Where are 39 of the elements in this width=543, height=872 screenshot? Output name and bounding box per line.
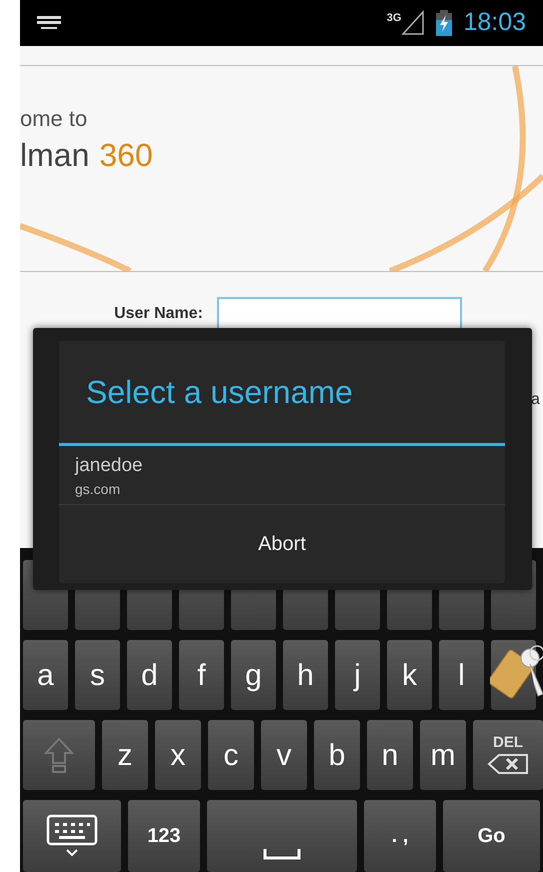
key[interactable]: . , [364, 800, 436, 872]
shift-key[interactable] [23, 720, 95, 790]
key[interactable]: g [231, 640, 276, 710]
key[interactable]: z [102, 720, 148, 790]
space-bar-icon [263, 848, 301, 860]
key[interactable]: m [420, 720, 466, 790]
user-name-label: User Name: [113, 304, 204, 324]
app-title-number: 360 [99, 136, 153, 174]
signal-icon [401, 10, 426, 36]
key[interactable]: c [208, 720, 254, 790]
clock: 18:03 [463, 7, 526, 38]
key[interactable]: x [155, 720, 201, 790]
welcome-text: ome to [20, 106, 88, 132]
key[interactable]: k [387, 640, 432, 710]
password-label-fragment: a [531, 390, 540, 410]
battery-charging-icon [435, 10, 454, 36]
key[interactable]: j [335, 640, 380, 710]
key[interactable]: Go [443, 800, 540, 872]
backspace-icon [487, 753, 529, 775]
key[interactable]: d [127, 640, 172, 710]
keyboard-switch-key[interactable] [23, 800, 121, 872]
dialog-title: Select a username [86, 373, 353, 412]
key[interactable]: a [23, 640, 68, 710]
key[interactable]: f [179, 640, 224, 710]
key[interactable]: n [367, 720, 413, 790]
abort-button[interactable]: Abort [59, 505, 505, 583]
account-item[interactable]: janedoe gs.com [59, 446, 505, 505]
key[interactable]: 123 [128, 800, 200, 872]
delete-key[interactable]: DEL [473, 720, 543, 790]
key[interactable]: s [75, 640, 120, 710]
space-key[interactable] [207, 800, 357, 872]
key[interactable]: h [283, 640, 328, 710]
network-type: 3G [386, 11, 402, 26]
user-name-field[interactable] [217, 297, 462, 330]
key[interactable]: v [261, 720, 307, 790]
app-title: lman [20, 136, 90, 174]
key[interactable]: b [314, 720, 360, 790]
key[interactable]: l [439, 640, 484, 710]
shift-icon [44, 737, 74, 773]
